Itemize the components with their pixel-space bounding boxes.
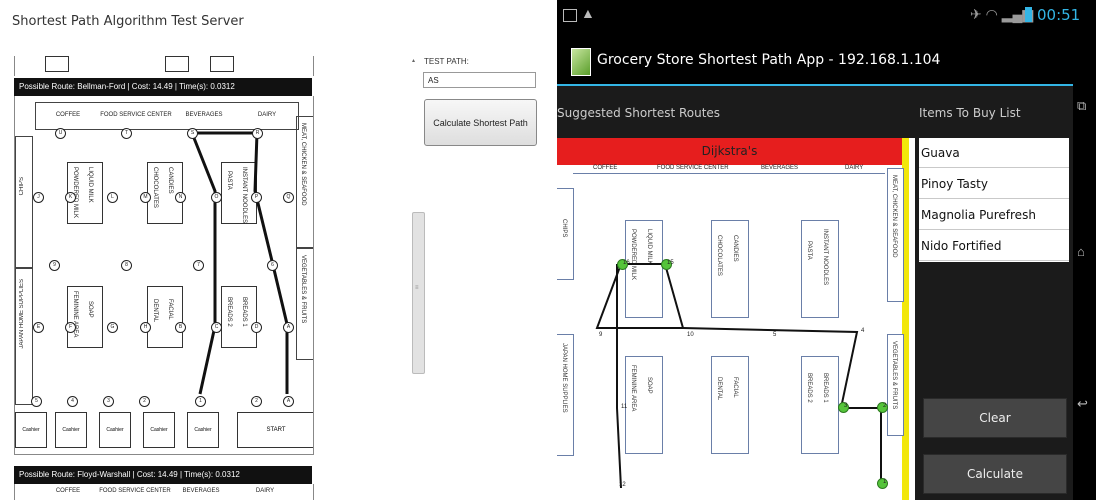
route-bellman-ford: Possible Route: Bellman-Ford | Cost: 14.… <box>14 78 312 96</box>
map-route-path <box>595 263 882 489</box>
map-node: F <box>65 322 76 333</box>
items-to-buy-list: Guava Pinoy Tasty Magnolia Purefresh Nid… <box>919 138 1069 262</box>
battery-icon <box>1025 7 1032 22</box>
list-item[interactable]: Magnolia Purefresh <box>919 200 1069 230</box>
map-node: C <box>211 322 222 333</box>
vertical-scrollbar[interactable]: ≡ <box>412 212 425 374</box>
status-bar: ▲ ✈ ◠ ▂▄▆ 00:51 <box>557 0 1096 30</box>
map-node-label: 11 <box>621 404 628 410</box>
map-node-label: 12 <box>619 482 626 488</box>
picture-notification-icon <box>563 9 577 22</box>
map-node-id: 15 <box>667 260 674 266</box>
map-node: M <box>140 192 151 203</box>
map-node-label: 5 <box>773 332 777 338</box>
home-icon[interactable]: ⌂ <box>1077 244 1085 259</box>
store-map: COFFEE FOOD SERVICE CENTER BEVERAGES DAI… <box>14 96 314 455</box>
app-icon <box>571 48 591 76</box>
cashier: Cashier <box>187 412 219 448</box>
map-node-id: 16 <box>623 260 630 266</box>
list-item[interactable]: Guava <box>919 138 1069 168</box>
test-path-label: TEST PATH: <box>424 57 469 66</box>
list-item[interactable]: Pinoy Tasty <box>919 169 1069 199</box>
calculate-shortest-path-button[interactable]: Calculate Shortest Path <box>424 99 537 146</box>
map-node: J <box>33 192 44 203</box>
shelf <box>210 56 234 72</box>
aisle-dairy: DAIRY <box>255 488 275 494</box>
map-node-label: 4 <box>861 328 865 334</box>
map-node-id: 1 <box>883 479 887 485</box>
clear-button[interactable]: Clear <box>923 398 1067 438</box>
map-node: 5 <box>31 396 42 407</box>
map-node: Q <box>283 192 294 203</box>
cashier: Cashier <box>99 412 131 448</box>
map-node: E <box>33 322 44 333</box>
aisle-beverages: BEVERAGES <box>182 488 220 494</box>
map-node-label: 9 <box>599 332 603 338</box>
map-node-id: 3 <box>844 403 848 409</box>
map-node: L <box>107 192 118 203</box>
map-node: A <box>283 396 294 407</box>
action-bar: Grocery Store Shortest Path App - 192.16… <box>557 38 1073 86</box>
map-node: 3 <box>103 396 114 407</box>
suggested-routes-label: Suggested Shortest Routes <box>557 106 721 120</box>
android-screen: ▲ ✈ ◠ ▂▄▆ 00:51 Grocery Store Shortest P… <box>557 0 1096 500</box>
route-floyd-warshall: Possible Route: Floyd-Warshall | Cost: 1… <box>14 466 312 484</box>
list-item[interactable]: Nido Fortified <box>919 231 1069 261</box>
test-server-window: Shortest Path Algorithm Test Server Poss… <box>0 0 550 500</box>
test-path-input[interactable] <box>423 72 536 88</box>
map-node: 7 <box>193 260 204 271</box>
aisle-food-service: FOOD SERVICE CENTER <box>99 488 171 494</box>
window-title: Shortest Path Algorithm Test Server <box>12 14 244 29</box>
route-map[interactable]: Dijkstra's COFFEE FOOD SERVICE CENTER BE… <box>557 138 915 500</box>
map-node: H <box>140 322 151 333</box>
map-node-label: 10 <box>687 332 694 338</box>
map-node: D <box>251 322 262 333</box>
shelf <box>165 56 189 72</box>
map-node: 1 <box>195 396 206 407</box>
map-node: G <box>107 322 118 333</box>
items-to-buy-label: Items To Buy List <box>919 106 1021 120</box>
back-icon[interactable]: ↩ <box>1077 396 1088 412</box>
app-title: Grocery Store Shortest Path App - 192.16… <box>597 52 941 68</box>
aisle-coffee: COFFEE <box>55 488 81 494</box>
navigation-bar: ⧉ ⌂ ↩ <box>1073 30 1096 500</box>
recent-apps-icon[interactable]: ⧉ <box>1077 98 1086 114</box>
warning-notification-icon: ▲ <box>581 5 595 21</box>
map-node: 2 <box>139 396 150 407</box>
map-node: 6 <box>267 260 278 271</box>
signal-icons: ✈ ◠ ▂▄▆ <box>970 6 1034 22</box>
map-node-id: 2 <box>883 403 887 409</box>
map-node: N <box>175 192 186 203</box>
map-node: P <box>251 192 262 203</box>
calculate-button[interactable]: Calculate <box>923 454 1067 494</box>
map-node: 9 <box>49 260 60 271</box>
map-node: 2 <box>251 396 262 407</box>
scroll-grip-icon: ≡ <box>415 285 419 291</box>
map-node: 8 <box>121 260 132 271</box>
map-node: S <box>187 128 198 139</box>
store-map-second: COFFEE FOOD SERVICE CENTER BEVERAGES DAI… <box>14 484 314 500</box>
start-area: START <box>237 412 313 448</box>
cashier: Cashier <box>55 412 87 448</box>
collapse-arrow-icon[interactable]: ▴ <box>412 57 415 64</box>
map-panel-top-sliver <box>14 56 314 76</box>
map-node: B <box>175 322 186 333</box>
map-node: A <box>283 322 294 333</box>
cashier: Cashier <box>143 412 175 448</box>
shelf <box>45 56 69 72</box>
map-node: K <box>65 192 76 203</box>
map-node: O <box>211 192 222 203</box>
map-node: 4 <box>67 396 78 407</box>
cashier: Cashier <box>15 412 47 448</box>
app-content: Suggested Shortest Routes Items To Buy L… <box>557 86 1073 500</box>
clock: 00:51 <box>1037 6 1081 24</box>
map-node: R <box>252 128 263 139</box>
map-node: U <box>55 128 66 139</box>
map-node: T <box>121 128 132 139</box>
route-path <box>190 131 289 395</box>
